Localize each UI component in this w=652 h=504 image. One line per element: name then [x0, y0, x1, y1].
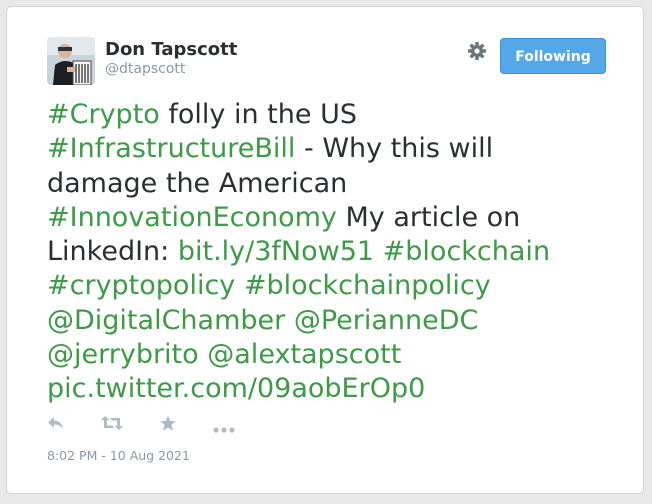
tweet-text-segment — [374, 236, 383, 267]
following-button[interactable]: Following — [500, 38, 606, 74]
mention-link[interactable]: @DigitalChamber — [47, 305, 285, 336]
mention-link[interactable]: @jerrybrito — [47, 339, 199, 370]
hashtag-link[interactable]: #Crypto — [47, 99, 160, 130]
hashtag-link[interactable]: #InnovationEconomy — [47, 202, 337, 233]
display-name[interactable]: Don Tapscott — [105, 39, 237, 60]
hashtag-link[interactable]: #blockchainpolicy — [244, 270, 491, 301]
tweet-line: #InnovationEconomy My article on — [47, 201, 627, 235]
gear-icon[interactable] — [467, 41, 487, 61]
tweet-line: #cryptopolicy #blockchainpolicy — [47, 269, 627, 303]
tweet-text-segment: damage the American — [47, 167, 348, 199]
tweet-timestamp[interactable]: 8:02 PM - 10 Aug 2021 — [47, 448, 190, 463]
mention-link[interactable]: @PerianneDC — [294, 305, 479, 336]
hashtag-link[interactable]: #blockchain — [383, 236, 550, 267]
reply-icon[interactable] — [47, 415, 65, 435]
media-link[interactable]: pic.twitter.com/09aobErOp0 — [47, 373, 425, 404]
tweet-text-segment — [285, 305, 294, 336]
retweet-icon[interactable] — [101, 415, 123, 435]
tweet-line: @DigitalChamber @PerianneDC — [47, 304, 627, 338]
tweet-text-segment: LinkedIn: — [47, 236, 178, 268]
tweet-line: #Crypto folly in the US — [47, 98, 627, 132]
user-handle[interactable]: @dtapscott — [105, 61, 185, 77]
star-icon[interactable] — [159, 415, 177, 436]
tweet-text-segment — [235, 270, 244, 301]
tweet-text-segment: - Why this will — [295, 133, 494, 165]
tweet-line: pic.twitter.com/09aobErOp0 — [47, 372, 627, 406]
hashtag-link[interactable]: #cryptopolicy — [47, 270, 235, 301]
url-link[interactable]: bit.ly/3fNow51 — [178, 236, 374, 267]
tweet-line: @jerrybrito @alextapscott — [47, 338, 627, 372]
mention-link[interactable]: @alextapscott — [207, 339, 401, 370]
hashtag-link[interactable]: #InfrastructureBill — [47, 133, 295, 164]
tweet-line: LinkedIn: bit.ly/3fNow51 #blockchain — [47, 235, 627, 269]
tweet-card: Don Tapscott @dtapscott Following #Crypt… — [6, 6, 644, 494]
avatar[interactable] — [47, 37, 95, 85]
tweet-text-segment: My article on — [336, 201, 521, 233]
avatar-photo — [47, 37, 95, 85]
tweet-text-segment — [199, 339, 208, 370]
tweet-line: #InfrastructureBill - Why this will — [47, 132, 627, 166]
tweet-line: damage the American — [47, 167, 627, 201]
more-icon[interactable] — [213, 419, 235, 438]
tweet-text: #Crypto folly in the US #InfrastructureB… — [47, 98, 627, 407]
tweet-text-segment: folly in the US — [159, 99, 357, 130]
